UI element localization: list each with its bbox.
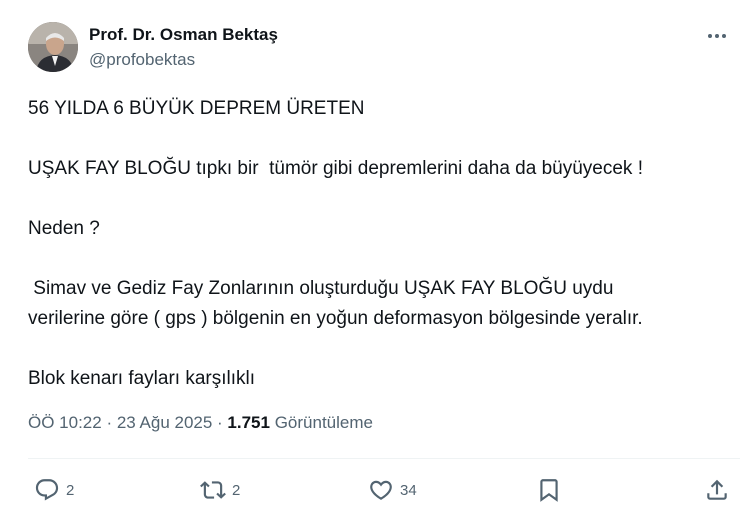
divider xyxy=(28,458,740,459)
tweet-line: Neden ? xyxy=(28,218,100,239)
bookmark-icon xyxy=(540,479,558,502)
tweet-date[interactable]: 23 Ağu 2025 xyxy=(117,413,212,432)
author-name[interactable]: Prof. Dr. Osman Bektaş xyxy=(89,25,278,45)
like-button[interactable]: 34 xyxy=(368,473,417,507)
share-icon xyxy=(707,479,727,500)
tweet-line: verilerine göre ( gps ) bölgenin en yoğu… xyxy=(28,308,643,329)
tweet-line: 56 YILDA 6 BÜYÜK DEPREM ÜRETEN xyxy=(28,98,365,119)
avatar-photo xyxy=(28,22,78,72)
heart-icon xyxy=(370,480,392,500)
bookmark-button[interactable] xyxy=(536,473,562,507)
views-label: Görüntüleme xyxy=(274,413,373,432)
avatar[interactable] xyxy=(28,22,78,72)
retweet-button[interactable]: 2 xyxy=(200,473,240,507)
meta-separator: · xyxy=(101,413,117,432)
action-bar: 2 2 34 xyxy=(28,473,738,507)
more-options-button[interactable] xyxy=(702,24,732,48)
retweet-icon xyxy=(200,481,226,499)
author-handle[interactable]: @profobektas xyxy=(89,50,195,70)
tweet-time[interactable]: ÖÖ 10:22 xyxy=(28,413,102,432)
reply-count: 2 xyxy=(66,481,75,499)
meta-separator: · xyxy=(212,413,228,432)
reply-button[interactable]: 2 xyxy=(34,473,74,507)
tweet-line: UŞAK FAY BLOĞU tıpkı bir tümör gibi depr… xyxy=(28,158,643,179)
share-button[interactable] xyxy=(704,473,730,507)
like-count: 34 xyxy=(400,481,417,499)
retweet-count: 2 xyxy=(232,481,241,499)
tweet-meta: ÖÖ 10:22 · 23 Ağu 2025 · 1.751 Görüntüle… xyxy=(28,413,373,433)
more-horizontal-icon xyxy=(708,34,712,38)
tweet-text: 56 YILDA 6 BÜYÜK DEPREM ÜRETEN UŞAK FAY … xyxy=(28,94,733,394)
tweet-card: Prof. Dr. Osman Bektaş @profobektas 56 Y… xyxy=(0,0,740,520)
views-count: 1.751 xyxy=(227,413,270,432)
tweet-line: Simav ve Gediz Fay Zonlarının oluşturduğ… xyxy=(28,278,614,299)
reply-icon xyxy=(35,479,59,501)
tweet-line: Blok kenarı fayları karşılıklı xyxy=(28,368,256,389)
